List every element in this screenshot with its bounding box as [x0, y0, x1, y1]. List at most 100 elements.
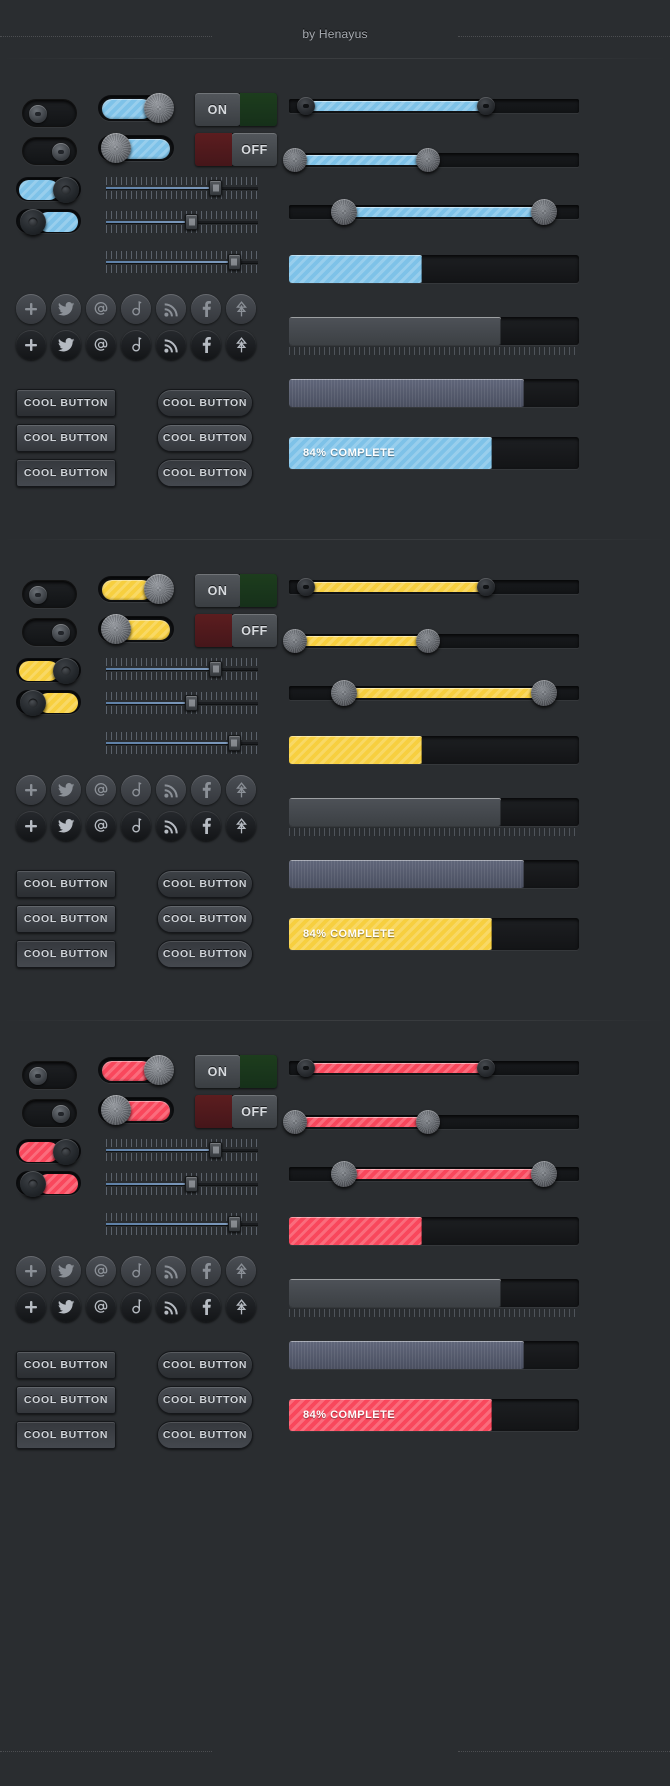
rss-icon-dark[interactable]	[156, 811, 186, 841]
facebook-icon-dark[interactable]	[191, 330, 221, 360]
email-at-icon-dark[interactable]	[86, 1292, 116, 1322]
range-handle-end[interactable]	[416, 148, 441, 172]
rss-icon-dark[interactable]	[156, 1292, 186, 1322]
dribbble-icon-light[interactable]	[121, 294, 151, 324]
toggle-rounded-off[interactable]	[16, 1171, 81, 1197]
cool-button-rect-3[interactable]: COOL BUTTON	[16, 1421, 116, 1449]
forrst-icon-light[interactable]	[226, 1256, 256, 1286]
toggle-pill-off-left[interactable]	[22, 99, 77, 127]
rss-icon-light[interactable]	[156, 775, 186, 805]
twitter-icon-light[interactable]	[51, 775, 81, 805]
range-slider-dots[interactable]	[289, 1059, 579, 1077]
toggle-filled-off[interactable]	[98, 133, 174, 163]
toggle-rounded-on[interactable]	[16, 658, 81, 684]
rss-icon-light[interactable]	[156, 1256, 186, 1286]
toggle-pill-off-left[interactable]	[22, 580, 77, 608]
range-slider-screws[interactable]	[282, 148, 579, 172]
switch-off[interactable]: OFF	[195, 614, 277, 647]
range-handle-start[interactable]	[331, 680, 358, 706]
forrst-icon-dark[interactable]	[226, 811, 256, 841]
switch-on[interactable]: ON	[195, 1055, 277, 1088]
email-at-icon-light[interactable]	[86, 1256, 116, 1286]
range-slider-dots[interactable]	[289, 578, 579, 596]
range-slider-dots[interactable]	[289, 97, 579, 115]
ruler-slider-2[interactable]	[106, 690, 258, 720]
twitter-icon-dark[interactable]	[51, 1292, 81, 1322]
cool-button-pill-2[interactable]: COOL BUTTON	[157, 424, 253, 452]
facebook-icon-light[interactable]	[191, 775, 221, 805]
dribbble-icon-dark[interactable]	[121, 1292, 151, 1322]
toggle-rounded-on[interactable]	[16, 1139, 81, 1165]
slider-handle[interactable]	[185, 1176, 199, 1192]
dribbble-icon-dark[interactable]	[121, 811, 151, 841]
cool-button-pill-3[interactable]: COOL BUTTON	[157, 940, 253, 968]
range-slider-screws[interactable]	[282, 629, 579, 653]
ruler-slider-2[interactable]	[106, 209, 258, 239]
facebook-icon-light[interactable]	[191, 1256, 221, 1286]
toggle-pill-off-right[interactable]	[22, 1099, 77, 1127]
toggle-pill-off-right[interactable]	[22, 137, 77, 165]
toggle-filled-on[interactable]	[98, 93, 174, 123]
forrst-icon-dark[interactable]	[226, 330, 256, 360]
range-handle-end[interactable]	[531, 1161, 558, 1187]
toggle-rounded-on[interactable]	[16, 177, 81, 203]
switch-off[interactable]: OFF	[195, 133, 277, 166]
twitter-icon-dark[interactable]	[51, 330, 81, 360]
ruler-slider-1[interactable]	[106, 175, 258, 205]
email-at-icon-dark[interactable]	[86, 330, 116, 360]
plus-icon-light[interactable]	[16, 1256, 46, 1286]
range-handle-end[interactable]	[416, 1110, 441, 1134]
ruler-slider-1[interactable]	[106, 1137, 258, 1167]
cool-button-pill-1[interactable]: COOL BUTTON	[157, 389, 253, 417]
range-handle-start[interactable]	[282, 1110, 307, 1134]
range-handle-end[interactable]	[531, 199, 558, 225]
slider-handle[interactable]	[227, 1216, 241, 1232]
twitter-icon-light[interactable]	[51, 1256, 81, 1286]
toggle-rounded-off[interactable]	[16, 690, 81, 716]
dribbble-icon-light[interactable]	[121, 1256, 151, 1286]
cool-button-pill-1[interactable]: COOL BUTTON	[157, 1351, 253, 1379]
email-at-icon-light[interactable]	[86, 775, 116, 805]
range-handle-end[interactable]	[531, 680, 558, 706]
cool-button-rect-1[interactable]: COOL BUTTON	[16, 870, 116, 898]
range-slider-big[interactable]	[289, 680, 579, 706]
range-handle-start[interactable]	[282, 629, 307, 653]
cool-button-rect-1[interactable]: COOL BUTTON	[16, 389, 116, 417]
cool-button-pill-3[interactable]: COOL BUTTON	[157, 459, 253, 487]
dribbble-icon-dark[interactable]	[121, 330, 151, 360]
plus-icon-dark[interactable]	[16, 811, 46, 841]
ruler-slider-2[interactable]	[106, 1171, 258, 1201]
range-handle-start[interactable]	[331, 1161, 358, 1187]
cool-button-pill-2[interactable]: COOL BUTTON	[157, 1386, 253, 1414]
plus-icon-dark[interactable]	[16, 330, 46, 360]
range-slider-screws[interactable]	[282, 1110, 579, 1134]
plus-icon-light[interactable]	[16, 294, 46, 324]
rss-icon-dark[interactable]	[156, 330, 186, 360]
cool-button-pill-2[interactable]: COOL BUTTON	[157, 905, 253, 933]
range-slider-big[interactable]	[289, 199, 579, 225]
cool-button-rect-3[interactable]: COOL BUTTON	[16, 940, 116, 968]
toggle-rounded-off[interactable]	[16, 209, 81, 235]
cool-button-rect-2[interactable]: COOL BUTTON	[16, 905, 116, 933]
forrst-icon-light[interactable]	[226, 294, 256, 324]
forrst-icon-light[interactable]	[226, 775, 256, 805]
toggle-filled-off[interactable]	[98, 614, 174, 644]
ruler-slider-1[interactable]	[106, 656, 258, 686]
forrst-icon-dark[interactable]	[226, 1292, 256, 1322]
rss-icon-light[interactable]	[156, 294, 186, 324]
toggle-filled-off[interactable]	[98, 1095, 174, 1125]
dribbble-icon-light[interactable]	[121, 775, 151, 805]
twitter-icon-light[interactable]	[51, 294, 81, 324]
facebook-icon-light[interactable]	[191, 294, 221, 324]
toggle-pill-off-left[interactable]	[22, 1061, 77, 1089]
plus-icon-dark[interactable]	[16, 1292, 46, 1322]
slider-handle[interactable]	[209, 180, 223, 196]
range-handle-start[interactable]	[331, 199, 358, 225]
slider-handle[interactable]	[185, 695, 199, 711]
slider-handle[interactable]	[185, 214, 199, 230]
slider-handle[interactable]	[209, 1142, 223, 1158]
switch-off[interactable]: OFF	[195, 1095, 277, 1128]
email-at-icon-dark[interactable]	[86, 811, 116, 841]
twitter-icon-dark[interactable]	[51, 811, 81, 841]
cool-button-rect-1[interactable]: COOL BUTTON	[16, 1351, 116, 1379]
